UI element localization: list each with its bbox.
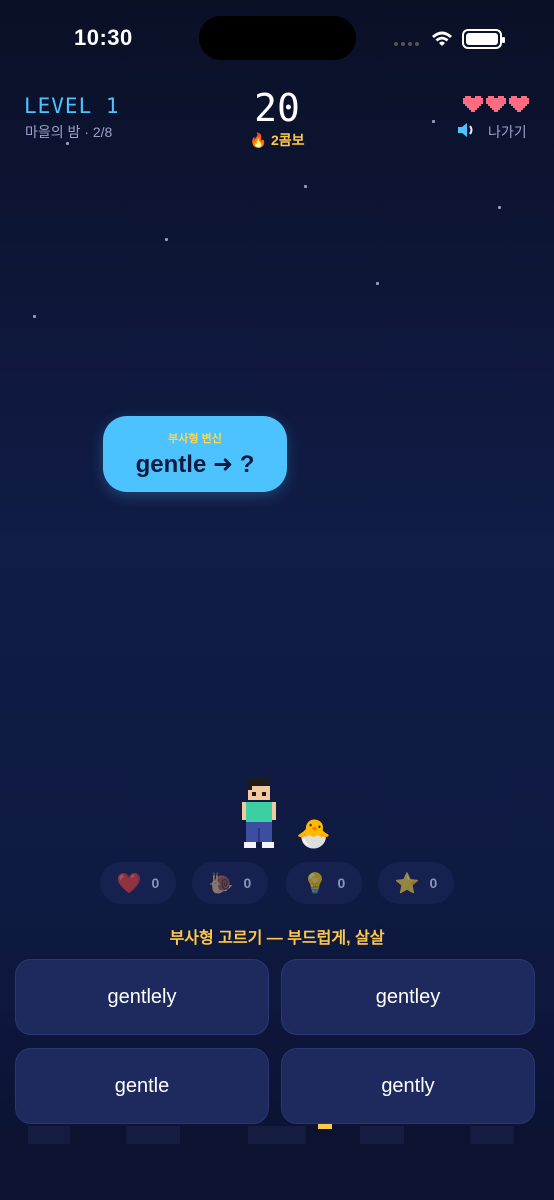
powerup-hint[interactable]: 💡 0 [286, 862, 362, 904]
exit-button[interactable]: 나가기 [488, 122, 527, 142]
chick-pet: 🐣 [296, 818, 331, 849]
signal-icon [394, 42, 419, 46]
powerup-bar: ❤️ 0 🐌 0 💡 0 ⭐ 0 [0, 862, 554, 904]
question-bubble: 부사형 변신 gentle ➜ ? [103, 416, 287, 492]
question-prompt: gentle ➜ ? [135, 451, 255, 478]
fire-icon: 🔥 [249, 132, 267, 148]
combo-counter: 🔥 2콤보 [237, 130, 317, 150]
ground-blocks [0, 1126, 554, 1144]
answer-button-2[interactable]: gentley [281, 959, 535, 1035]
powerup-count: 0 [337, 875, 346, 891]
dynamic-island [199, 16, 356, 60]
powerup-count: 0 [243, 875, 252, 891]
player-character [242, 778, 276, 848]
powerup-count: 0 [429, 875, 438, 891]
status-time: 10:30 [74, 25, 133, 50]
stage-progress: 마을의 밤 · 2/8 [25, 124, 113, 140]
heart-icon [509, 96, 529, 112]
status-bar: 10:30 [0, 0, 554, 78]
answer-button-1[interactable]: gentlely [15, 959, 269, 1035]
heart-icon: ❤️ [116, 872, 142, 895]
ground-light [318, 1124, 332, 1129]
lives [463, 96, 529, 114]
score: 20 [254, 86, 300, 130]
star-icon: ⭐ [394, 872, 420, 895]
speaker-icon[interactable] [455, 119, 477, 141]
powerup-count: 0 [151, 875, 160, 891]
answer-button-3[interactable]: gentle [15, 1048, 269, 1124]
heart-icon [463, 96, 483, 112]
powerup-snail[interactable]: 🐌 0 [192, 862, 268, 904]
hint-text: 부사형 고르기 — 부드럽게, 살살 [169, 930, 385, 947]
question-type: 부사형 변신 [168, 433, 222, 445]
heart-icon [486, 96, 506, 112]
powerup-star[interactable]: ⭐ 0 [378, 862, 454, 904]
powerup-heart[interactable]: ❤️ 0 [100, 862, 176, 904]
answer-button-4[interactable]: gently [281, 1048, 535, 1124]
combo-label: 2콤보 [270, 132, 305, 148]
lightbulb-icon: 💡 [302, 872, 328, 895]
snail-icon: 🐌 [208, 872, 234, 895]
wifi-icon [432, 31, 452, 46]
battery-icon [462, 29, 505, 49]
level-label: LEVEL 1 [24, 94, 120, 118]
